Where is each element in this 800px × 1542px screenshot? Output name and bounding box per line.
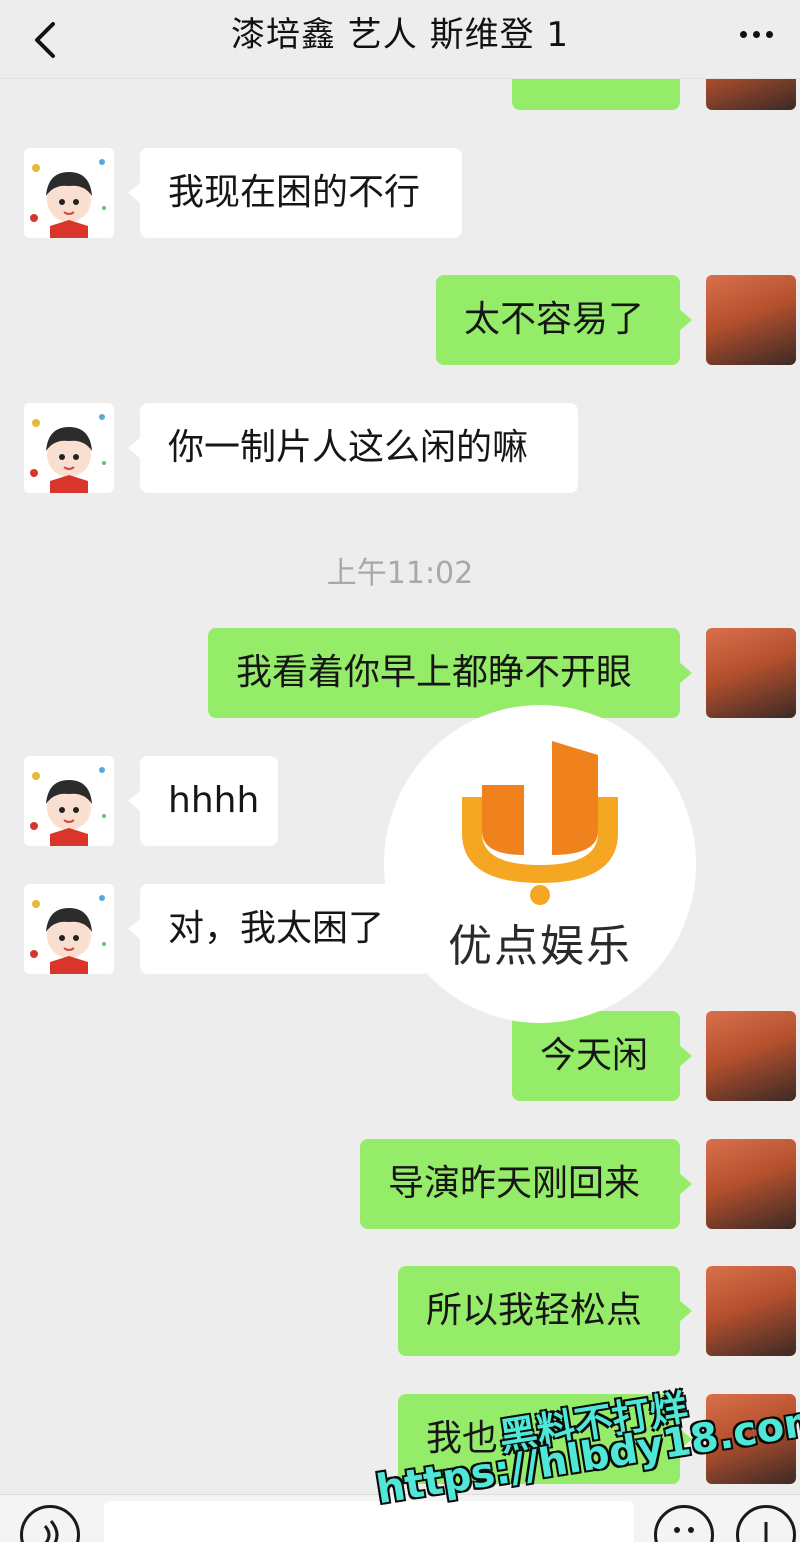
avatar-other[interactable] (24, 884, 114, 974)
time-divider: 上午11:02 (326, 556, 474, 591)
message-bubble-self[interactable]: 所以我轻松点 (398, 1266, 692, 1356)
avatar-self[interactable] (706, 1011, 796, 1101)
plus-icon (764, 1522, 768, 1542)
avatar-other[interactable] (24, 756, 114, 846)
emoji-icon (674, 1527, 694, 1533)
more-button[interactable] (726, 14, 786, 54)
voice-icon (43, 1520, 59, 1542)
cartoon-boy-icon (24, 148, 114, 238)
message-bubble-other[interactable]: hhhh (128, 756, 278, 846)
chat-title: 漆培鑫 艺人 斯维登 1 (230, 15, 570, 55)
message-bubble-other[interactable]: 我现在困的不行 (128, 148, 462, 238)
chat-header: 漆培鑫 艺人 斯维登 1 (0, 0, 800, 79)
message-bubble-other[interactable]: 你一制片人这么闲的嘛 (128, 403, 578, 493)
brand-logo-text: 优点娱乐 (448, 921, 632, 972)
avatar-other[interactable] (24, 403, 114, 493)
more-dots-icon (739, 30, 747, 38)
voice-button[interactable] (20, 1505, 80, 1542)
message-bubble-self[interactable]: 太不容易了 (436, 275, 692, 365)
emoji-button[interactable] (654, 1505, 714, 1542)
message-input[interactable] (104, 1501, 634, 1542)
u-logo-icon (462, 741, 618, 905)
cartoon-boy-icon (24, 403, 114, 493)
brand-logo-overlay: 优点娱乐 (384, 705, 696, 1023)
cartoon-boy-icon (24, 756, 114, 846)
avatar-self[interactable] (706, 275, 796, 365)
cartoon-boy-icon (24, 884, 114, 974)
avatar-self[interactable] (706, 628, 796, 718)
avatar-other[interactable] (24, 148, 114, 238)
plus-button[interactable] (736, 1505, 796, 1542)
avatar-self[interactable] (706, 1139, 796, 1229)
chat-screen: 漆培鑫 艺人 斯维登 1 我现在困的不行 太不容易了 你一制片人这么闲的嘛 上午… (0, 0, 800, 1542)
avatar-self[interactable] (706, 1266, 796, 1356)
message-bubble-self[interactable]: 今天闲 (512, 1011, 692, 1101)
message-bubble-self[interactable]: 导演昨天刚回来 (360, 1139, 692, 1229)
